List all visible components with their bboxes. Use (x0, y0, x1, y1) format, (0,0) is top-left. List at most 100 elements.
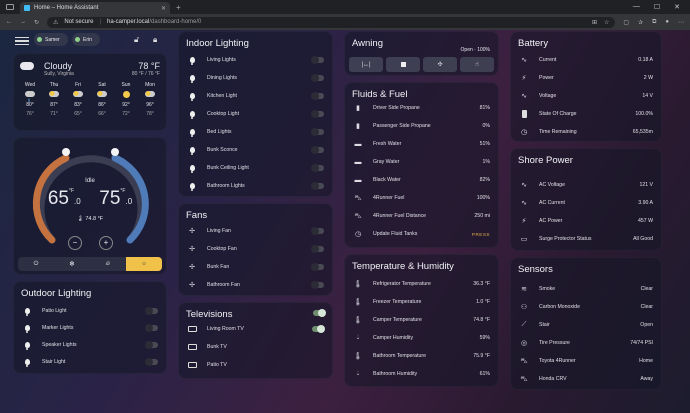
toggle[interactable] (311, 128, 324, 136)
profile-icon[interactable]: ● (665, 19, 669, 26)
new-tab-icon[interactable]: + (176, 3, 181, 12)
toggle[interactable] (145, 341, 158, 349)
url-field[interactable]: ⚠ Not secure | ha-camper.local/dashboard… (47, 16, 616, 28)
list-item[interactable]: Patio TV (179, 356, 332, 374)
tv-power-toggle[interactable] (313, 309, 326, 317)
toggle[interactable] (311, 92, 324, 100)
low-setpoint-handle[interactable] (62, 148, 70, 156)
tab-actions-icon[interactable] (6, 4, 14, 10)
list-item[interactable]: ⛍ 4Runner Fuel 100% (345, 189, 498, 207)
list-item[interactable]: ✢ Bathroom Fan (179, 276, 332, 294)
list-item[interactable]: ▬ Gray Water 1% (345, 153, 498, 171)
list-item[interactable]: ✢ Living Fan (179, 222, 332, 240)
list-item[interactable]: Kitchen Light (179, 87, 332, 105)
lock-button[interactable]: 🔒︎ (153, 35, 162, 44)
mode-heat-button[interactable]: 🔥︎ (90, 257, 126, 271)
unlock-button[interactable]: 🔓︎ (134, 35, 143, 44)
mode-auto-button[interactable]: ☼ (126, 257, 162, 271)
toggle[interactable] (311, 164, 324, 172)
list-item[interactable]: ∿ AC Voltage 121 V (511, 176, 661, 194)
translate-icon[interactable]: ⊞ (592, 19, 597, 26)
list-item[interactable]: ✢ Cooktop Fan (179, 240, 332, 258)
weather-card[interactable]: Cloudy Sully, Virginia 78 °F 80 °F / 76 … (13, 53, 167, 131)
list-item[interactable]: 💧︎ Camper Humidity 59% (345, 329, 498, 347)
toggle[interactable] (145, 324, 158, 332)
list-item[interactable]: Patio Light (14, 302, 166, 320)
forward-icon[interactable]: → (20, 19, 26, 25)
awning-tilt-button[interactable]: ☝ (460, 57, 494, 72)
list-item[interactable]: Living Room TV (179, 320, 332, 338)
list-item[interactable]: ∿ Voltage 14 V (511, 87, 661, 105)
collections-icon[interactable]: ⧉ (652, 19, 656, 26)
list-item[interactable]: 🌡︎ Refrigerator Temperature 36.3 °F (345, 275, 498, 293)
list-item[interactable]: ⛍ 4Runner Fuel Distance 250 mi (345, 207, 498, 225)
list-item[interactable]: Bunk TV (179, 338, 332, 356)
list-item[interactable]: ⟋ Stair Open (511, 316, 661, 334)
bookmark-star-icon[interactable]: ☆ (604, 19, 609, 26)
toggle[interactable] (145, 358, 158, 366)
list-item[interactable]: 🌡︎ Camper Temperature 74.8 °F (345, 311, 498, 329)
minimize-icon[interactable]: — (633, 3, 640, 11)
list-item[interactable]: ◎ Tire Pressure 74/74 PSI (511, 334, 661, 352)
mode-off-button[interactable]: ⏻ (18, 257, 54, 271)
split-screen-icon[interactable]: ▢ (623, 19, 629, 26)
reload-icon[interactable]: ↻ (34, 19, 39, 26)
toggle[interactable] (311, 263, 324, 271)
list-item[interactable]: ∿ AC Current 3.90 A (511, 194, 661, 212)
list-item[interactable]: Living Lights (179, 51, 332, 69)
list-item[interactable]: Speaker Lights (14, 336, 166, 354)
toggle[interactable] (145, 307, 158, 315)
list-item[interactable]: ◷ Update Fluid Tanks PRESS (345, 225, 498, 243)
list-item[interactable]: Bunk Sconce (179, 141, 332, 159)
user-chip-2[interactable]: Erin (72, 33, 100, 46)
high-setpoint-handle[interactable] (111, 148, 119, 156)
increase-button[interactable]: + (99, 236, 113, 250)
toggle[interactable] (311, 245, 324, 253)
list-item[interactable]: ⚇ Carbon Monoxide Clear (511, 298, 661, 316)
list-item[interactable]: ◷ Time Remaining 65,535m (511, 123, 661, 141)
toggle[interactable] (311, 227, 324, 235)
more-menu-icon[interactable]: ⋯ (678, 19, 684, 26)
list-item[interactable]: 💧︎ Bathroom Humidity 61% (345, 365, 498, 383)
decrease-button[interactable]: − (68, 236, 82, 250)
list-item[interactable]: ▬ Black Water 82% (345, 171, 498, 189)
browser-tab[interactable]: Home – Home Assistant ✕ (20, 2, 170, 14)
awning-close-button[interactable]: ✣ (423, 57, 457, 72)
toggle[interactable] (311, 56, 324, 64)
toggle[interactable] (311, 110, 324, 118)
awning-stop-button[interactable] (386, 57, 420, 72)
close-tab-icon[interactable]: ✕ (161, 5, 166, 12)
awning-open-button[interactable]: |↔| (349, 57, 383, 72)
list-item[interactable]: ⛍ Toyota 4Runner Home (511, 352, 661, 370)
list-item[interactable]: ▮ Driver Side Propane 81% (345, 99, 498, 117)
mode-cool-button[interactable]: ❄ (54, 257, 90, 271)
maximize-icon[interactable]: ☐ (654, 3, 660, 11)
press-button[interactable]: PRESS (472, 232, 490, 237)
toggle[interactable] (311, 182, 324, 190)
list-item[interactable]: Dining Lights (179, 69, 332, 87)
list-item[interactable]: Bathroom Lights (179, 177, 332, 195)
list-item[interactable]: ∿ Current 0.18 A (511, 51, 661, 69)
list-item[interactable]: ▭ Surge Protector Status All Good (511, 230, 661, 248)
list-item[interactable]: ✢ Bunk Fan (179, 258, 332, 276)
close-window-icon[interactable]: ✕ (674, 3, 680, 11)
list-item[interactable]: 🌡︎ Bathroom Temperature 75.9 °F (345, 347, 498, 365)
user-chip-1[interactable]: Samer (34, 33, 68, 46)
back-icon[interactable]: ← (6, 19, 12, 25)
toggle[interactable] (311, 146, 324, 154)
list-item[interactable]: Bed Lights (179, 123, 332, 141)
list-item[interactable]: ⚡︎ AC Power 457 W (511, 212, 661, 230)
menu-button[interactable] (15, 35, 29, 47)
list-item[interactable]: Cooktop Light (179, 105, 332, 123)
list-item[interactable]: State Of Charge 100.0% (511, 105, 661, 123)
list-item[interactable]: ⚡︎ Power 2 W (511, 69, 661, 87)
toggle[interactable] (311, 281, 324, 289)
list-item[interactable]: Stair Light (14, 353, 166, 371)
list-item[interactable]: ▬ Fresh Water 51% (345, 135, 498, 153)
toggle[interactable] (312, 325, 325, 333)
list-item[interactable]: ▮ Passenger Side Propane 0% (345, 117, 498, 135)
toggle[interactable] (311, 74, 324, 82)
list-item[interactable]: Marker Lights (14, 319, 166, 337)
favorites-icon[interactable]: ✰ (638, 19, 643, 26)
list-item[interactable]: ⛍ Honda CRV Away (511, 370, 661, 388)
